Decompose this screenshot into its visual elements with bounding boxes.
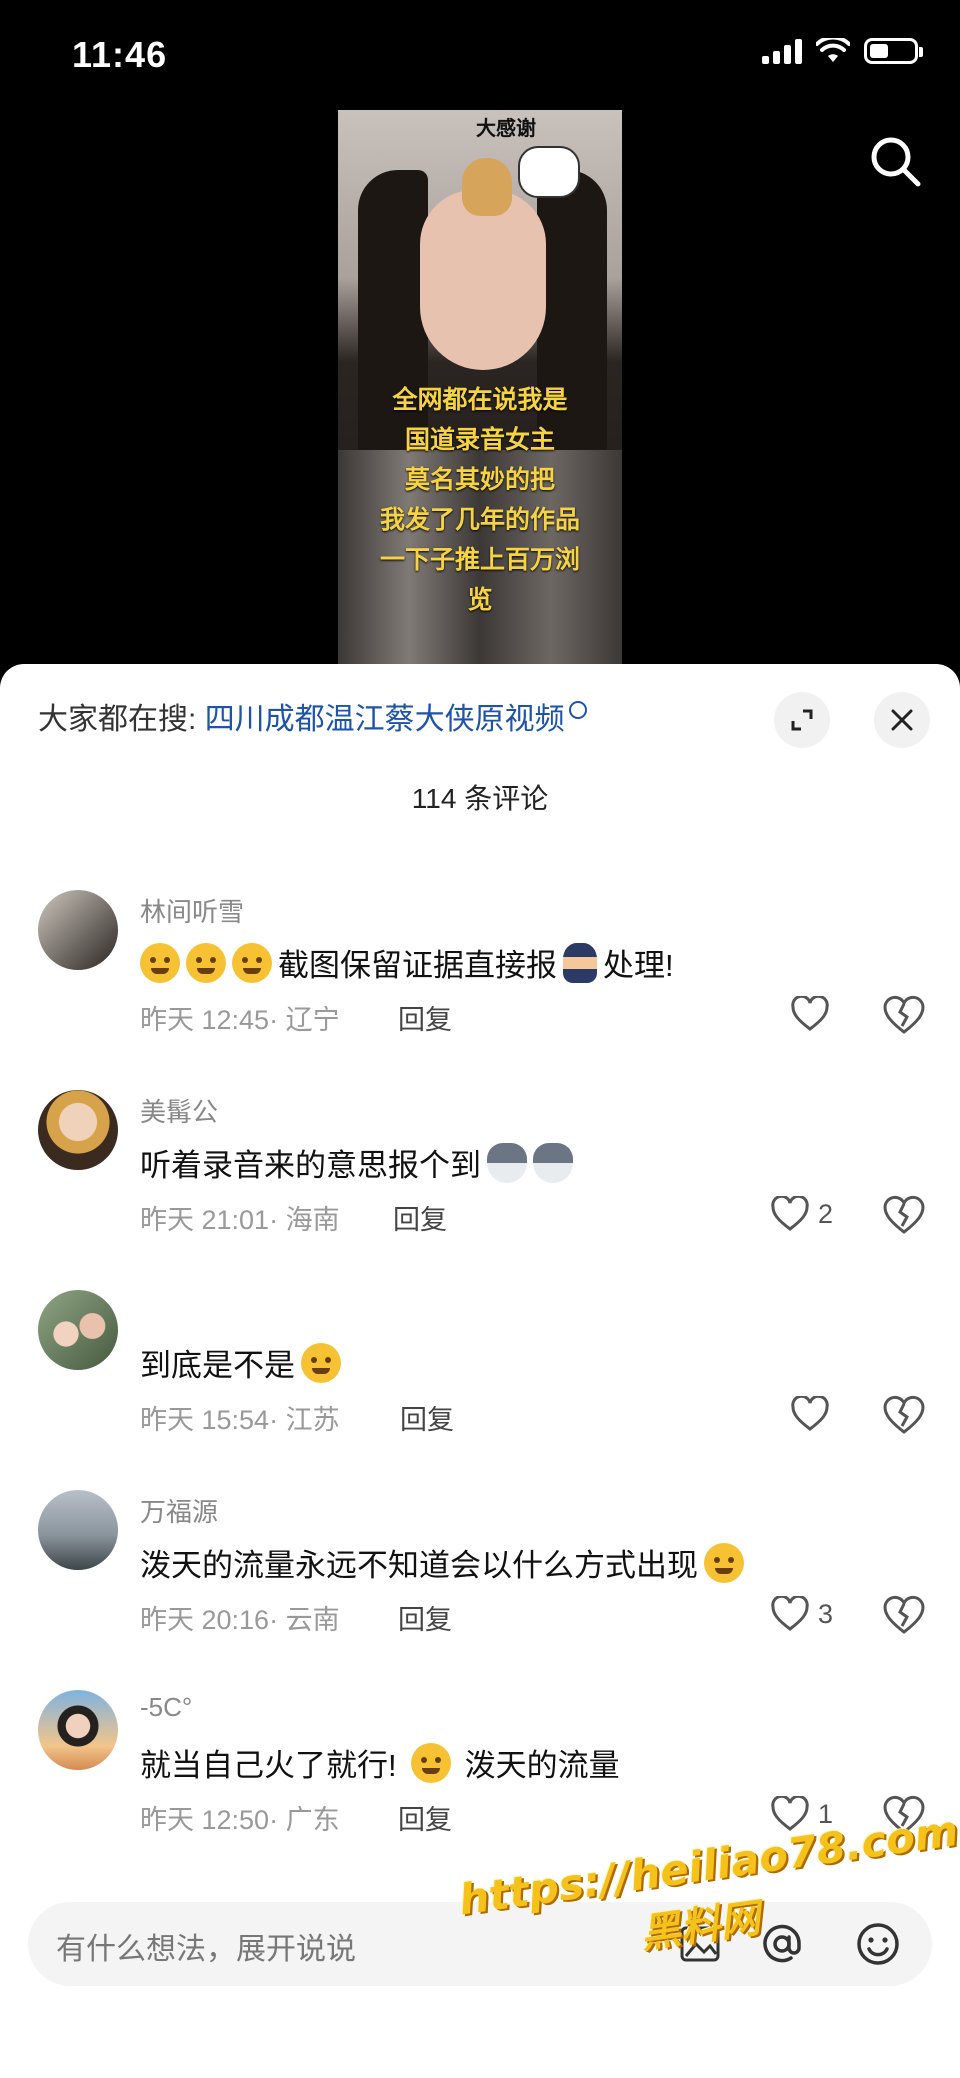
comment-text: 到底是不是 (140, 1340, 341, 1385)
smirk-emoji-icon (140, 942, 180, 983)
comment-meta: 昨天 15:54· 江苏 (140, 1405, 340, 1435)
like-button[interactable] (790, 1390, 838, 1438)
heart-icon (771, 1196, 809, 1231)
comment-item: 美髯公 听着录音来的意思报个到 昨天 21:01· 海南 回复 2 (0, 1090, 960, 1280)
comment-meta: 昨天 12:45· 辽宁 (140, 1005, 340, 1035)
expand-button[interactable] (774, 692, 830, 748)
search-suggestion-link[interactable]: 四川成都温江蔡大侠原视频 (205, 703, 565, 736)
avatar[interactable] (38, 890, 118, 970)
video-caption: 全网都在说我是 国道录音女主 莫名其妙的把 我发了几年的作品 一下子推上百万浏 … (379, 386, 580, 614)
like-button[interactable] (790, 990, 838, 1038)
comment-meta: 昨天 20:16· 云南 (140, 1605, 340, 1635)
cat-sticker (518, 146, 580, 198)
comment-item: 林间听雪 截图保留证据直接报 处理! 昨天 12:45· 辽宁 回复 (0, 890, 960, 1080)
bear-sticker (462, 158, 512, 216)
reply-button[interactable]: 回复 (398, 1798, 452, 1837)
cellular-signal-icon (762, 38, 802, 64)
heart-icon (791, 1396, 829, 1431)
status-time: 11:46 (72, 34, 168, 75)
like-button[interactable]: 2 (770, 1190, 833, 1238)
comment-meta: 昨天 12:50· 广东 (140, 1805, 340, 1835)
smirk-emoji-icon (232, 942, 272, 983)
reply-button[interactable]: 回复 (398, 998, 452, 1037)
close-icon (891, 709, 913, 731)
comment-text: 就当自己火了就行! 泼天的流量 (140, 1740, 620, 1785)
comment-username[interactable]: 林间听雪 (140, 892, 244, 929)
status-icons (762, 38, 923, 64)
avatar[interactable] (38, 1090, 118, 1170)
comment-text: 截图保留证据直接报 处理! (140, 940, 674, 985)
comment-username[interactable]: 万福源 (140, 1492, 218, 1529)
wolf-emoji-icon (487, 1142, 527, 1183)
avatar[interactable] (38, 1690, 118, 1770)
comment-text: 泼天的流量永远不知道会以什么方式出现 (140, 1540, 744, 1585)
broken-heart-icon[interactable] (880, 1390, 928, 1438)
comment-item: 万福源 泼天的流量永远不知道会以什么方式出现 昨天 20:16· 云南 回复 3 (0, 1490, 960, 1680)
comment-username[interactable]: 美髯公 (140, 1092, 218, 1129)
crying-laughing-emoji-icon (704, 1542, 744, 1583)
heart-icon (771, 1596, 809, 1631)
video-frame[interactable]: 大感谢 全网都在说我是 国道录音女主 莫名其妙的把 我发了几年的作品 一下子推上… (338, 110, 622, 670)
comment-text: 听着录音来的意思报个到 (140, 1140, 573, 1185)
comment-input-placeholder: 有什么想法，展开说说 (56, 1933, 356, 1966)
close-button[interactable] (874, 692, 930, 748)
search-suggestion-prefix: 大家都在搜: (38, 703, 197, 736)
video-player[interactable]: 大感谢 全网都在说我是 国道录音女主 莫名其妙的把 我发了几年的作品 一下子推上… (0, 110, 960, 670)
search-icon[interactable] (868, 134, 924, 190)
person-face (420, 190, 546, 370)
like-count: 2 (818, 1198, 834, 1229)
like-count: 3 (818, 1598, 834, 1629)
reply-button[interactable]: 回复 (393, 1198, 447, 1237)
broken-heart-icon[interactable] (880, 990, 928, 1038)
wolf-emoji-icon (533, 1142, 573, 1183)
like-button[interactable]: 3 (770, 1590, 833, 1638)
comment-count: 114 条评论 (411, 783, 549, 814)
avatar[interactable] (38, 1490, 118, 1570)
comment-username[interactable]: -5C° (140, 1692, 192, 1723)
expand-icon (791, 709, 813, 731)
small-search-icon (568, 701, 587, 719)
reply-button[interactable]: 回复 (400, 1398, 454, 1437)
avatar[interactable] (38, 1290, 118, 1370)
comment-item: 到底是不是 昨天 15:54· 江苏 回复 (0, 1290, 960, 1480)
laughing-emoji-icon (301, 1342, 341, 1383)
broken-heart-icon[interactable] (880, 1190, 928, 1238)
video-sticker-text: 大感谢 (476, 118, 536, 140)
reply-button[interactable]: 回复 (398, 1598, 452, 1637)
police-emoji-icon (563, 942, 597, 983)
search-suggestion: 大家都在搜: 四川成都温江蔡大侠原视频 (38, 694, 587, 738)
battery-icon (864, 38, 923, 64)
wifi-icon (816, 38, 850, 62)
status-bar: 11:46 (0, 0, 960, 110)
heart-icon (791, 996, 829, 1031)
grinning-emoji-icon (410, 1742, 451, 1783)
smirk-emoji-icon (186, 942, 226, 983)
comment-meta: 昨天 21:01· 海南 (140, 1205, 340, 1235)
broken-heart-icon[interactable] (880, 1590, 928, 1638)
